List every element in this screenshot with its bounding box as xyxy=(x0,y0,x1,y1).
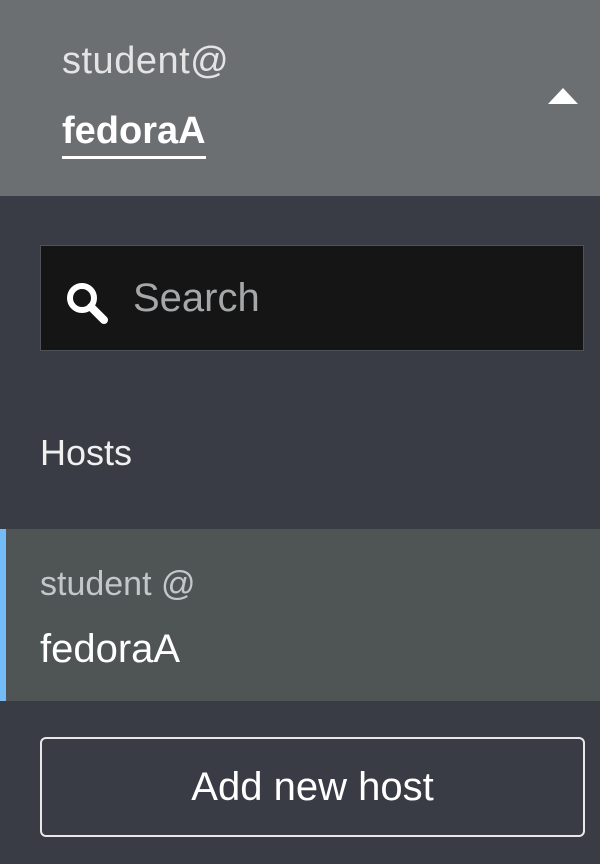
current-host-toggle[interactable]: student@ fedoraA xyxy=(0,0,600,196)
caret-up-icon[interactable] xyxy=(548,88,578,104)
add-new-host-button[interactable]: Add new host xyxy=(40,737,585,837)
search-input[interactable] xyxy=(133,272,553,324)
search-box xyxy=(40,245,584,351)
host-list-item-fedoraA[interactable] xyxy=(0,529,600,701)
host-list-item-user: student @ xyxy=(40,565,196,603)
search-icon xyxy=(67,283,108,324)
current-host-name: fedoraA xyxy=(62,112,206,159)
host-switcher-panel: student@ fedoraA Hosts student @ fedoraA… xyxy=(0,0,600,864)
active-indicator xyxy=(0,529,6,701)
hosts-section-label: Hosts xyxy=(40,432,133,473)
host-list-item-name: fedoraA xyxy=(40,627,181,671)
current-host-user: student@ xyxy=(62,40,230,82)
